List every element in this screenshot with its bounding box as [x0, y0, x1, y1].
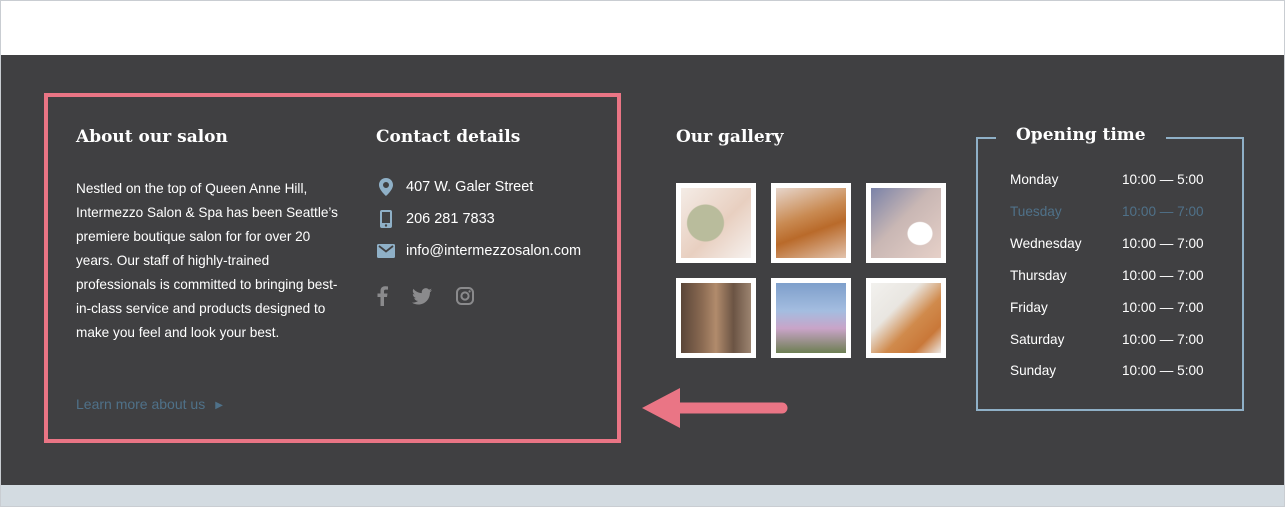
opening-hours-heading: Opening time	[1016, 125, 1146, 145]
hours-day-saturday: Saturday	[1010, 332, 1065, 347]
wax-application-photo	[871, 283, 941, 353]
hours-day-wednesday: Wednesday	[1010, 236, 1082, 251]
hair-photo	[681, 283, 751, 353]
gallery-thumb-wax-application[interactable]	[866, 278, 946, 358]
hours-day-sunday: Sunday	[1010, 363, 1057, 378]
gallery-thumb-face-mask[interactable]	[676, 183, 756, 263]
gallery-thumb-space-needle[interactable]	[771, 278, 851, 358]
gallery-thumb-waxing[interactable]	[771, 183, 851, 263]
page-bottom-area	[1, 485, 1284, 506]
highlight-rectangle	[44, 93, 621, 443]
hours-time-tuesday: 10:00 — 7:00	[1122, 204, 1204, 219]
hours-time-sunday: 10:00 — 5:00	[1122, 363, 1204, 378]
hours-time-friday: 10:00 — 7:00	[1122, 300, 1204, 315]
waxing-photo	[776, 188, 846, 258]
page-top-area	[1, 1, 1284, 55]
hours-day-tuesday: Tuesday	[1010, 204, 1062, 219]
hours-time-thursday: 10:00 — 7:00	[1122, 268, 1204, 283]
face-mask-photo	[681, 188, 751, 258]
hours-time-wednesday: 10:00 — 7:00	[1122, 236, 1204, 251]
gallery-thumb-hair[interactable]	[676, 278, 756, 358]
hours-day-friday: Friday	[1010, 300, 1048, 315]
hours-day-thursday: Thursday	[1010, 268, 1067, 283]
eyelash-photo	[871, 188, 941, 258]
hours-time-monday: 10:00 — 5:00	[1122, 172, 1204, 187]
hours-day-monday: Monday	[1010, 172, 1059, 187]
gallery-thumb-eyelash[interactable]	[866, 183, 946, 263]
space-needle-photo	[776, 283, 846, 353]
gallery-heading: Our gallery	[676, 127, 784, 147]
hours-time-saturday: 10:00 — 7:00	[1122, 332, 1204, 347]
arrow-left-icon	[642, 388, 788, 428]
opening-hours-title-wrap: Opening time	[996, 125, 1166, 145]
